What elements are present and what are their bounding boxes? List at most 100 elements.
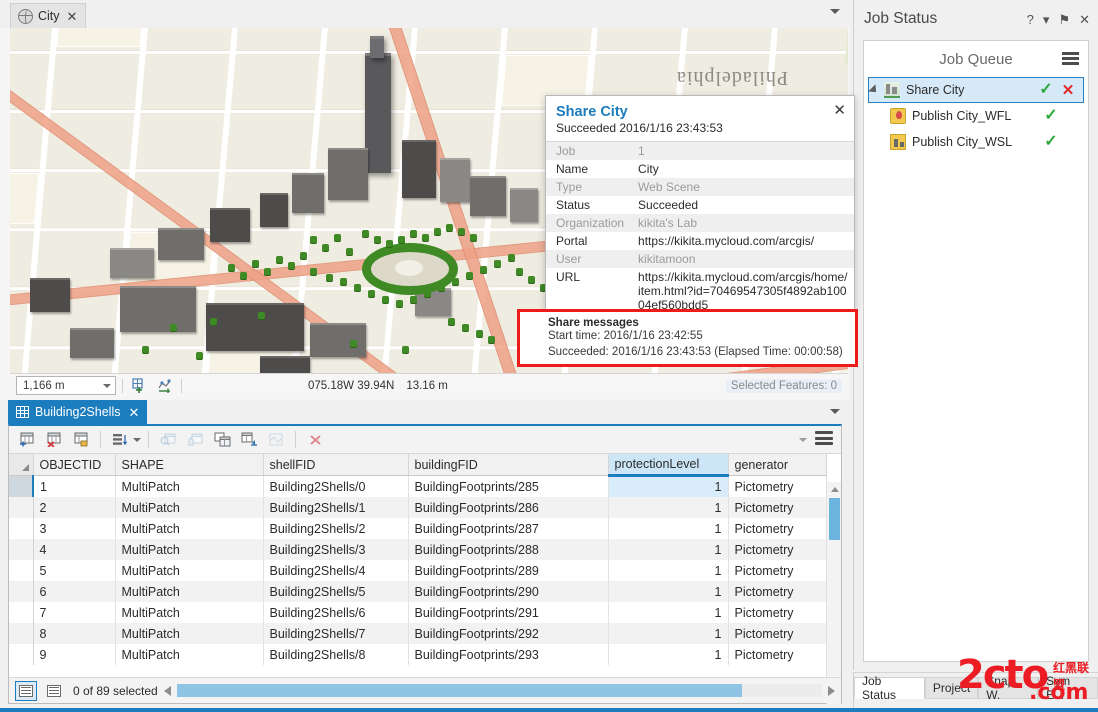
horizontal-scrollbar[interactable] xyxy=(176,684,822,697)
attribute-grid[interactable]: OBJECTID SHAPE shellFID buildingFID protecti… xyxy=(9,454,841,704)
cell-shellfid[interactable]: Building2Shells/3 xyxy=(263,539,409,560)
dock-tab[interactable]: Job Status xyxy=(854,674,925,702)
row-selector[interactable] xyxy=(9,539,34,560)
cell-generator[interactable]: Pictometry xyxy=(728,560,827,581)
tab-city[interactable]: City ✕ xyxy=(10,3,87,28)
cell-generator[interactable]: Pictometry xyxy=(728,581,827,602)
column-header-shape[interactable]: SHAPE xyxy=(115,454,264,476)
cell-protectionlevel[interactable]: 1 xyxy=(608,623,729,644)
cell-objectid[interactable]: 6 xyxy=(33,581,116,602)
cell-buildingfid[interactable]: BuildingFootprints/287 xyxy=(408,518,609,539)
map-scale-select[interactable]: 1,166 m xyxy=(16,376,116,395)
delete-row-icon[interactable] xyxy=(42,429,66,451)
cell-shape[interactable]: MultiPatch xyxy=(115,602,264,623)
dock-tab[interactable]: Snap W. xyxy=(978,674,1039,702)
cell-generator[interactable]: Pictometry xyxy=(728,602,827,623)
dock-tab[interactable]: Project xyxy=(924,677,979,699)
table-view-button[interactable] xyxy=(15,680,37,701)
cell-objectid[interactable]: 1 xyxy=(33,475,116,497)
cell-shape[interactable]: MultiPatch xyxy=(115,644,264,665)
scroll-left-icon[interactable] xyxy=(163,685,171,696)
switch-selection-icon[interactable] xyxy=(210,429,234,451)
job-row[interactable]: Publish City_WSL ✓ xyxy=(864,129,1088,155)
add-location-icon[interactable] xyxy=(155,377,175,395)
cell-shellfid[interactable]: Building2Shells/5 xyxy=(263,581,409,602)
help-icon[interactable]: ? xyxy=(1027,13,1034,26)
select-by-attributes-icon[interactable] xyxy=(237,429,261,451)
table-options-caret-icon[interactable] xyxy=(799,438,807,442)
row-selector[interactable] xyxy=(9,518,34,539)
cell-objectid[interactable]: 2 xyxy=(33,497,116,518)
close-icon[interactable]: ✕ xyxy=(126,406,139,419)
chevron-down-icon[interactable] xyxy=(830,9,840,14)
cell-shellfid[interactable]: Building2Shells/4 xyxy=(263,560,409,581)
chevron-down-icon[interactable] xyxy=(103,383,111,388)
list-view-button[interactable] xyxy=(43,681,65,701)
cell-shape[interactable]: MultiPatch xyxy=(115,581,264,602)
cell-protectionlevel[interactable]: 1 xyxy=(608,644,729,665)
column-header-protectionlevel[interactable]: protectionLevel xyxy=(608,454,729,477)
cell-buildingfid[interactable]: BuildingFootprints/291 xyxy=(408,602,609,623)
table-row[interactable]: 6 MultiPatch Building2Shells/5 BuildingFoot… xyxy=(9,581,827,602)
column-header-buildingfid[interactable]: buildingFID xyxy=(408,454,609,476)
cell-protectionlevel[interactable]: 1 xyxy=(608,602,729,623)
pin-icon[interactable]: ⚑ xyxy=(1058,13,1070,26)
cell-buildingfid[interactable]: BuildingFootprints/289 xyxy=(408,560,609,581)
cell-shape[interactable]: MultiPatch xyxy=(115,475,264,497)
table-row[interactable]: 8 MultiPatch Building2Shells/7 BuildingFoot… xyxy=(9,623,827,644)
column-header-shellfid[interactable]: shellFID xyxy=(263,454,409,476)
add-row-icon[interactable] xyxy=(15,429,39,451)
cell-protectionlevel[interactable]: 1 xyxy=(608,539,729,560)
table-row[interactable]: 5 MultiPatch Building2Shells/4 BuildingFoot… xyxy=(9,560,827,581)
close-icon[interactable]: ✕ xyxy=(65,10,78,23)
cell-generator[interactable]: Pictometry xyxy=(728,497,827,518)
column-header-generator[interactable]: generator xyxy=(728,454,827,476)
cell-protectionlevel[interactable]: 1 xyxy=(608,475,729,497)
table-row[interactable]: 2 MultiPatch Building2Shells/1 BuildingFoot… xyxy=(9,497,827,518)
select-all-corner[interactable] xyxy=(9,454,34,476)
cell-generator[interactable]: Pictometry xyxy=(728,623,827,644)
table-row[interactable]: 9 MultiPatch Building2Shells/8 BuildingFoot… xyxy=(9,644,827,665)
scroll-up-icon[interactable] xyxy=(827,482,841,496)
table-row[interactable]: 4 MultiPatch Building2Shells/3 BuildingFoot… xyxy=(9,539,827,560)
hamburger-icon[interactable] xyxy=(815,431,833,445)
row-selector[interactable] xyxy=(9,602,34,623)
cancel-job-icon[interactable]: ✕ xyxy=(1061,83,1075,98)
close-icon[interactable]: ✕ xyxy=(1079,13,1090,26)
row-selector[interactable] xyxy=(9,475,34,497)
cell-shape[interactable]: MultiPatch xyxy=(115,497,264,518)
cell-buildingfid[interactable]: BuildingFootprints/288 xyxy=(408,539,609,560)
column-header-objectid[interactable]: OBJECTID xyxy=(33,454,116,476)
row-selector[interactable] xyxy=(9,623,34,644)
row-selector[interactable] xyxy=(9,644,34,665)
cell-buildingfid[interactable]: BuildingFootprints/293 xyxy=(408,644,609,665)
show-related-icon[interactable] xyxy=(264,429,288,451)
zoom-to-selection-icon[interactable] xyxy=(156,429,180,451)
table-row[interactable]: 3 MultiPatch Building2Shells/2 BuildingFoot… xyxy=(9,518,827,539)
cell-buildingfid[interactable]: BuildingFootprints/286 xyxy=(408,497,609,518)
cell-shape[interactable]: MultiPatch xyxy=(115,560,264,581)
cell-generator[interactable]: Pictometry xyxy=(728,475,827,497)
cell-shape[interactable]: MultiPatch xyxy=(115,539,264,560)
chevron-down-icon[interactable]: ▾ xyxy=(1043,13,1050,26)
cell-generator[interactable]: Pictometry xyxy=(728,539,827,560)
table-row[interactable]: 7 MultiPatch Building2Shells/6 BuildingFoot… xyxy=(9,602,827,623)
cell-protectionlevel[interactable]: 1 xyxy=(608,518,729,539)
cell-shellfid[interactable]: Building2Shells/6 xyxy=(263,602,409,623)
cell-shellfid[interactable]: Building2Shells/7 xyxy=(263,623,409,644)
hamburger-icon[interactable] xyxy=(1062,52,1079,65)
job-row[interactable]: Publish City_WFL ✓ xyxy=(864,103,1088,129)
cell-shellfid[interactable]: Building2Shells/0 xyxy=(263,475,409,497)
scroll-thumb[interactable] xyxy=(829,498,840,540)
cell-protectionlevel[interactable]: 1 xyxy=(608,560,729,581)
cell-protectionlevel[interactable]: 1 xyxy=(608,497,729,518)
cell-buildingfid[interactable]: BuildingFootprints/285 xyxy=(408,475,609,497)
cell-objectid[interactable]: 5 xyxy=(33,560,116,581)
job-row[interactable]: Share City ✓ ✕ xyxy=(868,77,1084,103)
scroll-thumb[interactable] xyxy=(176,684,742,697)
calculate-field-icon[interactable] xyxy=(69,429,93,451)
cell-objectid[interactable]: 8 xyxy=(33,623,116,644)
vertical-scrollbar[interactable] xyxy=(826,482,841,704)
cell-shellfid[interactable]: Building2Shells/2 xyxy=(263,518,409,539)
cell-protectionlevel[interactable]: 1 xyxy=(608,581,729,602)
